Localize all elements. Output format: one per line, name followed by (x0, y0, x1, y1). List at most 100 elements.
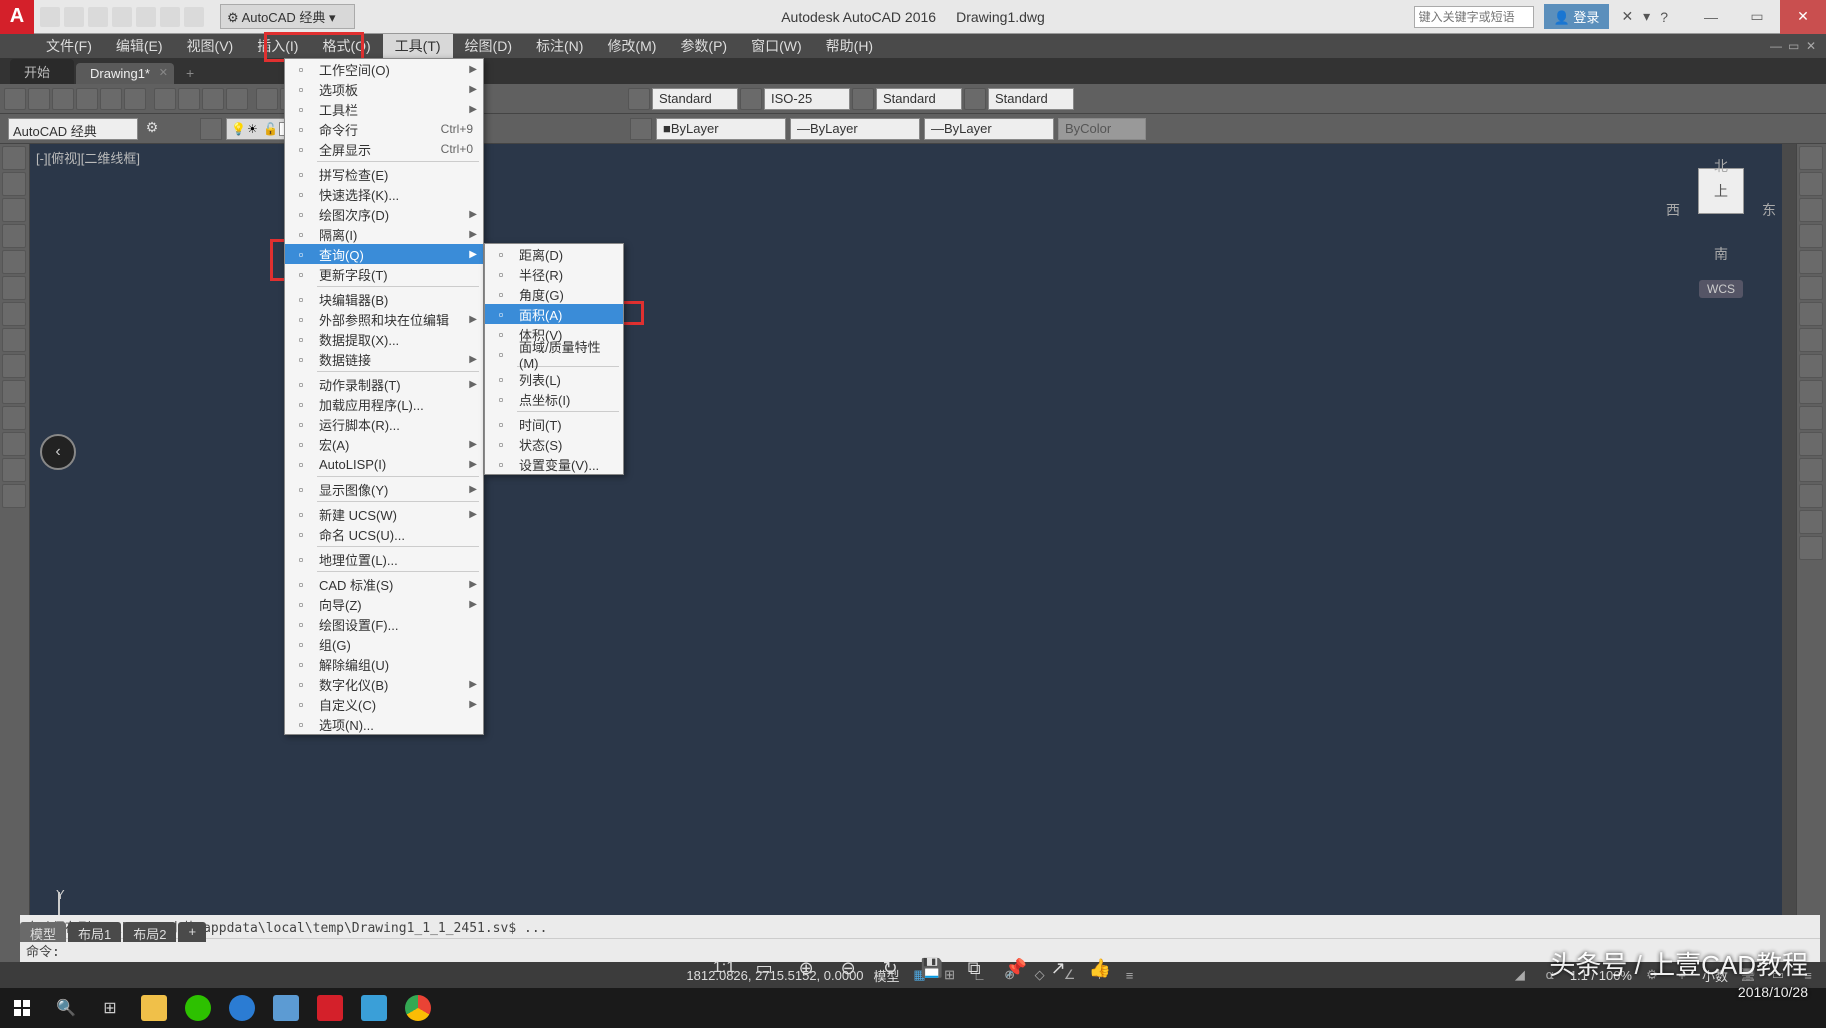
submenu-item-L[interactable]: ▫列表(L) (485, 369, 623, 389)
menu-item-CADS[interactable]: ▫CAD 标准(S)▶ (285, 574, 483, 594)
tab-close-icon[interactable]: ✕ (159, 66, 168, 79)
scale-icon[interactable] (1799, 328, 1823, 352)
menu-item-L[interactable]: ▫地理位置(L)... (285, 549, 483, 569)
submenu-item-A[interactable]: ▫面积(A) (485, 304, 623, 324)
menu-item-[interactable]: ▫命令行Ctrl+9 (285, 119, 483, 139)
submenu-item-R[interactable]: ▫半径(R) (485, 264, 623, 284)
menu-item-UCSU[interactable]: ▫命名 UCS(U)... (285, 524, 483, 544)
iso-icon[interactable]: ◢ (1510, 965, 1530, 985)
app-logo[interactable]: A (0, 0, 34, 34)
table-icon[interactable] (2, 432, 26, 456)
menu-item-B[interactable]: ▫数字化仪(B)▶ (285, 674, 483, 694)
search-input[interactable] (1414, 6, 1534, 28)
viewport-label[interactable]: [-][俯视][二维线框] (36, 148, 140, 167)
menu-item-K[interactable]: ▫快速选择(K)... (285, 184, 483, 204)
mirror-icon[interactable] (1799, 198, 1823, 222)
text-style-combo[interactable]: Standard (652, 88, 738, 110)
open-icon[interactable] (28, 88, 50, 110)
tab-layout1[interactable]: 布局1 (68, 922, 121, 942)
snip-save-icon[interactable]: 💾 (919, 955, 945, 981)
tab-add-button[interactable]: + (176, 62, 204, 84)
snip-copy-icon[interactable]: ⧉ (961, 955, 987, 981)
submenu-item-I[interactable]: ▫点坐标(I) (485, 389, 623, 409)
region-icon[interactable] (2, 484, 26, 508)
menu-item-A[interactable]: ▫宏(A)▶ (285, 434, 483, 454)
rotate-icon[interactable] (1799, 302, 1823, 326)
colorbox-icon[interactable] (630, 118, 652, 140)
ml-style-combo[interactable]: Standard (988, 88, 1074, 110)
close-button[interactable]: ✕ (1780, 0, 1826, 34)
menu-item-C[interactable]: ▫自定义(C)▶ (285, 694, 483, 714)
save-icon[interactable] (52, 88, 74, 110)
explorer-app-icon[interactable] (132, 988, 176, 1028)
menu-file[interactable]: 文件(F) (34, 33, 104, 59)
menu-item-Q[interactable]: ▫查询(Q)▶ (285, 244, 483, 264)
circle-icon[interactable] (2, 276, 26, 300)
doc-close-icon[interactable]: ✕ (1806, 39, 1820, 53)
menu-tools[interactable]: 工具(T) (383, 33, 453, 59)
help-icon[interactable]: ? (1660, 9, 1668, 25)
menu-item-E[interactable]: ▫拼写检查(E) (285, 164, 483, 184)
snip-rect-icon[interactable]: ▭ (751, 955, 777, 981)
menu-view[interactable]: 视图(V) (175, 33, 246, 59)
search-task-icon[interactable]: 🔍 (44, 988, 88, 1028)
spline-icon[interactable] (2, 302, 26, 326)
chrome-app-icon[interactable] (396, 988, 440, 1028)
publish-icon[interactable] (124, 88, 146, 110)
extend-icon[interactable] (1799, 406, 1823, 430)
snip-zoomout-icon[interactable]: ⊖ (835, 955, 861, 981)
tab-drawing1[interactable]: Drawing1*✕ (76, 63, 174, 84)
menu-item-[interactable]: ▫工具栏▶ (285, 99, 483, 119)
menu-item-R[interactable]: ▫运行脚本(R)... (285, 414, 483, 434)
prev-nav-button[interactable]: ‹ (40, 434, 76, 470)
chamfer-icon[interactable] (1799, 484, 1823, 508)
workspace-combo[interactable]: ⚙ AutoCAD 经典 ▾ (220, 4, 355, 29)
qat-saveas-icon[interactable] (112, 7, 132, 27)
color-combo[interactable]: ■ ByLayer (656, 118, 786, 140)
erase-icon[interactable] (1799, 146, 1823, 170)
tab-layout-add[interactable]: + (178, 922, 206, 942)
menu-help[interactable]: 帮助(H) (814, 33, 885, 59)
login-button[interactable]: 👤 登录 (1544, 4, 1610, 29)
ellipse-icon[interactable] (2, 328, 26, 352)
menu-item-G[interactable]: ▫组(G) (285, 634, 483, 654)
menu-item-O[interactable]: ▫工作空间(O)▶ (285, 59, 483, 79)
snip-share-icon[interactable]: ↗ (1045, 955, 1071, 981)
new-icon[interactable] (4, 88, 26, 110)
qat-undo-icon[interactable] (160, 7, 180, 27)
break-icon[interactable] (1799, 432, 1823, 456)
plotstyle-combo[interactable]: ByColor (1058, 118, 1146, 140)
text-icon[interactable] (2, 458, 26, 482)
menu-modify[interactable]: 修改(M) (595, 33, 668, 59)
submenu-item-M[interactable]: ▫面域/质量特性(M) (485, 344, 623, 364)
menu-item-U[interactable]: ▫解除编组(U) (285, 654, 483, 674)
autocad-app-icon[interactable] (308, 988, 352, 1028)
gear-icon[interactable]: ⚙ (142, 119, 162, 139)
menu-item-[interactable]: ▫选项板▶ (285, 79, 483, 99)
submenu-item-S[interactable]: ▫状态(S) (485, 434, 623, 454)
menu-draw[interactable]: 绘图(D) (453, 33, 524, 59)
trim-icon[interactable] (1799, 380, 1823, 404)
submenu-item-G[interactable]: ▫角度(G) (485, 284, 623, 304)
dim-style-combo[interactable]: ISO-25 (764, 88, 850, 110)
menu-item-[interactable]: ▫数据链接▶ (285, 349, 483, 369)
qat-save-icon[interactable] (88, 7, 108, 27)
menu-item-B[interactable]: ▫块编辑器(B) (285, 289, 483, 309)
point-icon[interactable] (2, 380, 26, 404)
submenu-item-V[interactable]: ▫设置变量(V)... (485, 454, 623, 474)
menu-param[interactable]: 参数(P) (668, 33, 739, 59)
block-icon[interactable] (2, 406, 26, 430)
notepad-app-icon[interactable] (264, 988, 308, 1028)
menu-item-F[interactable]: ▫绘图设置(F)... (285, 614, 483, 634)
print-icon[interactable] (76, 88, 98, 110)
table-style-combo[interactable]: Standard (876, 88, 962, 110)
menu-item-X[interactable]: ▫数据提取(X)... (285, 329, 483, 349)
menu-item-L[interactable]: ▫加载应用程序(L)... (285, 394, 483, 414)
menu-dim[interactable]: 标注(N) (524, 33, 595, 59)
tab-model[interactable]: 模型 (20, 922, 66, 942)
exchange-icon[interactable]: ✕ (1621, 8, 1633, 25)
qat-plot-icon[interactable] (136, 7, 156, 27)
menu-item-AutoLISPI[interactable]: ▫AutoLISP(I)▶ (285, 454, 483, 474)
copy-icon[interactable] (178, 88, 200, 110)
start-button[interactable] (0, 988, 44, 1028)
